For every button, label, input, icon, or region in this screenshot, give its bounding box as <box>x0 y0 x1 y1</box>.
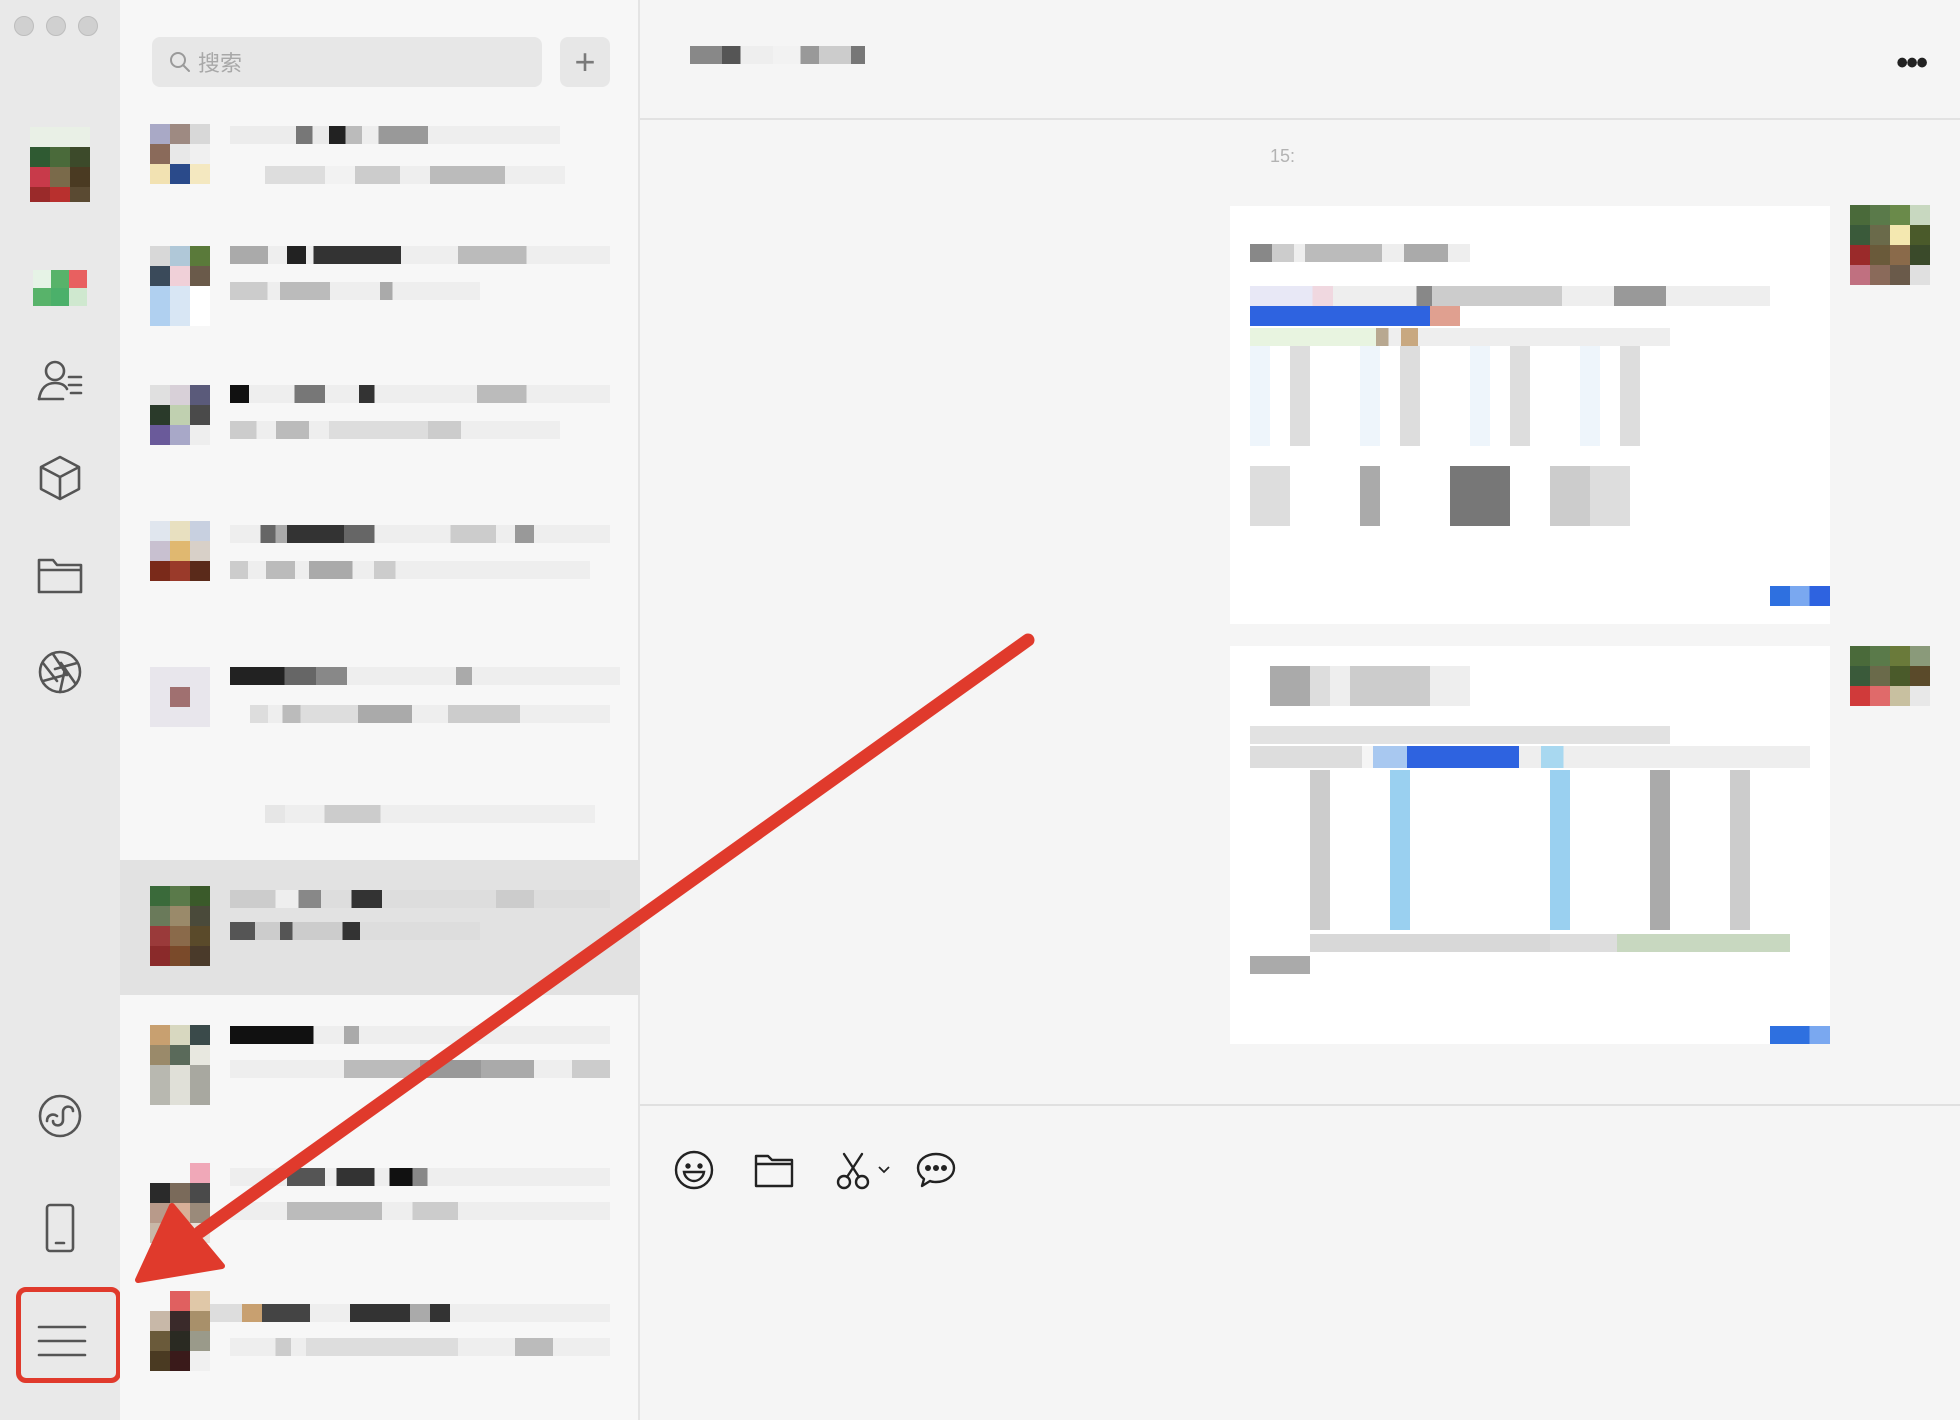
conversation-pane: ••• 15: <box>640 0 1960 1420</box>
files-icon[interactable] <box>30 545 90 605</box>
wechat-window: 搜索 + ••• 15: <box>0 0 1960 1420</box>
search-field[interactable]: 搜索 <box>152 37 542 87</box>
navigation-rail <box>0 0 121 1420</box>
profile-avatar[interactable] <box>30 127 90 202</box>
chat-list-item[interactable] <box>120 100 640 210</box>
close-window-button[interactable] <box>14 16 34 36</box>
menu-highlight-box <box>16 1287 121 1383</box>
emoji-icon <box>674 1150 714 1190</box>
chat-list-item[interactable] <box>120 495 640 635</box>
sender-avatar[interactable] <box>1850 646 1930 706</box>
contact-avatar <box>150 385 210 445</box>
channels-icon[interactable] <box>30 1086 90 1146</box>
image-message[interactable] <box>1230 206 1830 624</box>
more-options-button[interactable]: ••• <box>1896 44 1928 83</box>
contact-avatar <box>150 246 210 326</box>
chat-list-item[interactable] <box>120 1280 640 1420</box>
plus-icon: + <box>574 41 596 82</box>
contact-avatar <box>150 1291 210 1371</box>
conversation-title-redacted <box>690 46 920 64</box>
chat-list-item-selected[interactable] <box>120 860 640 995</box>
mini-programs-icon[interactable] <box>30 448 90 508</box>
message-input[interactable] <box>670 1226 1930 1396</box>
zoom-window-button[interactable] <box>78 16 98 36</box>
search-placeholder: 搜索 <box>198 51 243 76</box>
conversation-header: ••• <box>640 0 1960 120</box>
chat-list-item[interactable] <box>120 635 640 775</box>
chat-list-item[interactable] <box>120 1140 640 1280</box>
contact-avatar <box>150 1163 210 1243</box>
sender-avatar[interactable] <box>1850 205 1930 285</box>
scissors-icon <box>836 1152 870 1190</box>
screenshot-button[interactable] <box>832 1142 892 1198</box>
minimize-window-button[interactable] <box>46 16 66 36</box>
add-chat-button[interactable]: + <box>560 37 610 87</box>
message-composer <box>640 1104 1960 1420</box>
chat-list-item[interactable] <box>120 765 640 865</box>
moments-icon[interactable] <box>30 642 90 702</box>
chat-list-item[interactable] <box>120 222 640 362</box>
chats-icon[interactable] <box>30 258 90 318</box>
contacts-icon[interactable] <box>30 352 90 412</box>
emoji-button[interactable] <box>672 1142 716 1198</box>
chat-list-item[interactable] <box>120 1002 640 1142</box>
chat-list-item[interactable] <box>120 355 640 495</box>
search-icon <box>170 52 190 72</box>
chat-history-icon <box>916 1152 956 1188</box>
chevron-down-icon[interactable] <box>876 1162 892 1178</box>
image-message[interactable] <box>1230 646 1830 1044</box>
contact-avatar <box>150 1025 210 1105</box>
phone-icon[interactable] <box>30 1198 90 1258</box>
chat-history-button[interactable] <box>914 1142 958 1198</box>
contact-avatar <box>150 521 210 581</box>
message-timestamp: 15: <box>1270 146 1296 166</box>
contact-avatar <box>150 886 210 966</box>
send-file-button[interactable] <box>752 1142 796 1198</box>
contact-avatar <box>150 124 210 184</box>
contact-avatar <box>150 667 210 727</box>
chat-list-panel: 搜索 + <box>120 0 640 1420</box>
folder-icon <box>754 1154 794 1188</box>
